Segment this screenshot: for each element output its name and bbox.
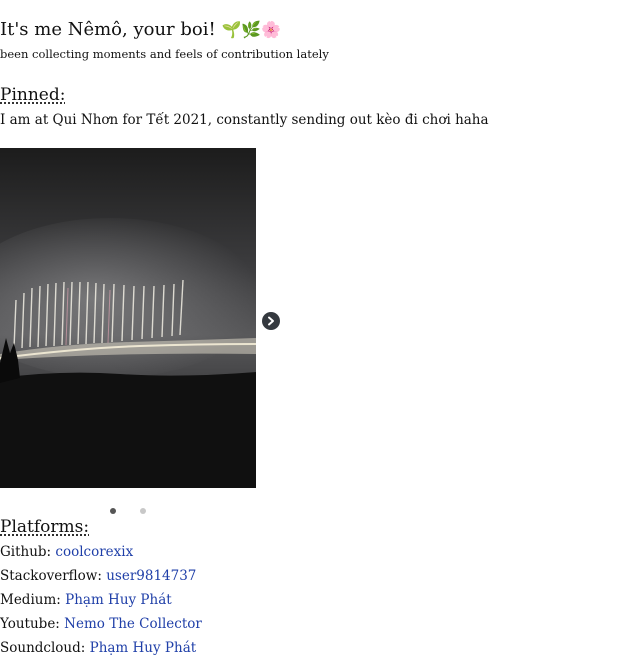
carousel-slide-image[interactable] [0, 148, 256, 488]
platform-label: Soundcloud: [0, 640, 86, 656]
platform-label: Github: [0, 544, 52, 560]
platform-github: Github: coolcorexix [0, 543, 133, 561]
platform-soundcloud: Soundcloud: Phạm Huy Phát [0, 639, 196, 657]
medium-link[interactable]: Phạm Huy Phát [65, 592, 172, 608]
platform-youtube: Youtube: Nemo The Collector [0, 615, 202, 633]
carousel-dot-2[interactable] [140, 508, 146, 514]
platform-label: Stackoverflow: [0, 568, 102, 584]
soundcloud-link[interactable]: Phạm Huy Phát [90, 640, 197, 656]
herb-icon: 🌿 [241, 20, 262, 39]
page-subtitle: been collecting moments and feels of con… [0, 47, 329, 61]
page-title: It's me Nêmô, your boi! 🌱🌿🌸 [0, 18, 281, 42]
carousel-dot-1[interactable] [110, 508, 116, 514]
youtube-link[interactable]: Nemo The Collector [64, 616, 202, 632]
platform-label: Youtube: [0, 616, 60, 632]
title-text: It's me Nêmô, your boi! [0, 19, 216, 40]
pinned-heading: Pinned: [0, 85, 66, 105]
chevron-right-icon [268, 316, 274, 326]
pinned-text: I am at Qui Nhơn for Tết 2021, constantl… [0, 112, 489, 128]
stackoverflow-link[interactable]: user9814737 [106, 568, 196, 584]
night-light-trails-photo [0, 148, 256, 488]
platform-label: Medium: [0, 592, 61, 608]
seedling-icon: 🌱 [221, 20, 242, 39]
carousel-next-button[interactable] [262, 312, 280, 330]
blossom-icon: 🌸 [261, 20, 282, 39]
platforms-heading: Platforms: [0, 517, 90, 537]
github-link[interactable]: coolcorexix [55, 544, 133, 560]
platform-medium: Medium: Phạm Huy Phát [0, 591, 172, 609]
platform-stackoverflow: Stackoverflow: user9814737 [0, 567, 196, 585]
